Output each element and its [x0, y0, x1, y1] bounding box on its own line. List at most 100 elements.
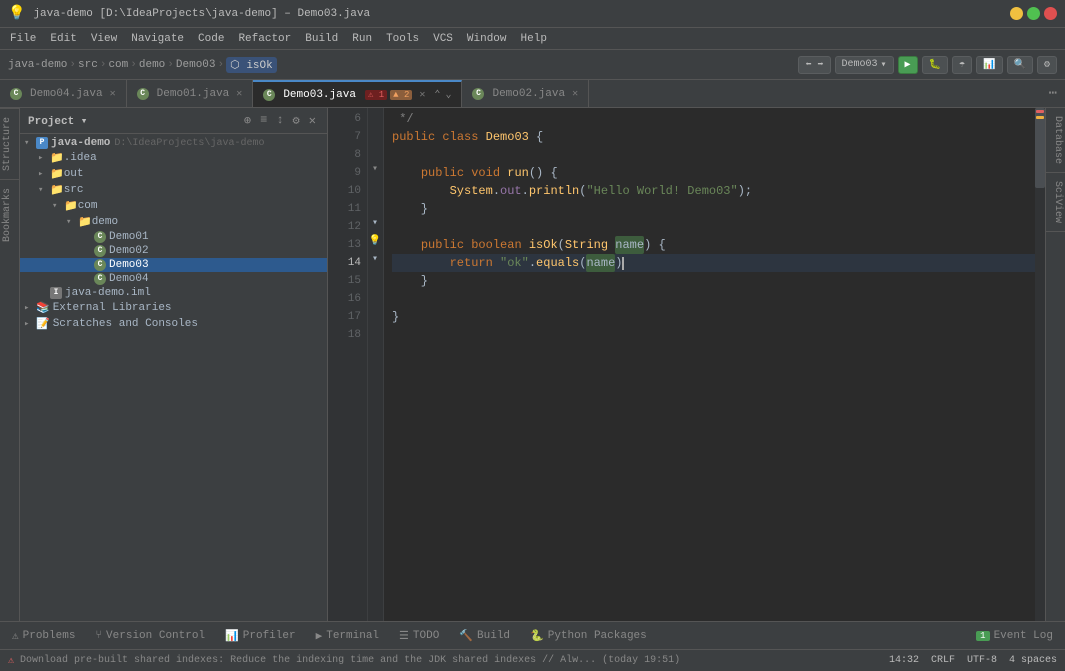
- tab-icon-demo03: C: [263, 89, 275, 101]
- tree-label-com: com: [78, 200, 98, 212]
- minimap-thumb[interactable]: [1035, 108, 1045, 188]
- status-encoding[interactable]: UTF-8: [967, 655, 997, 666]
- tab-up-icon[interactable]: ⌃: [434, 89, 440, 101]
- minimap-scrollbar[interactable]: [1035, 108, 1045, 621]
- tree-item-out[interactable]: ▸ 📁 out: [20, 166, 327, 182]
- tab-close-demo01[interactable]: ✕: [236, 88, 242, 100]
- breadcrumb-demo03[interactable]: Demo03: [176, 59, 216, 71]
- tab-demo03[interactable]: C Demo03.java ⚠ 1 ▲ 2 ✕ ⌃ ⌄: [253, 80, 462, 107]
- status-message[interactable]: Download pre-built shared indexes: Reduc…: [20, 655, 680, 666]
- tree-label-scratches: Scratches and Consoles: [53, 318, 198, 330]
- run-config-selector[interactable]: Demo03 ▾: [835, 56, 894, 74]
- code-content[interactable]: */ public class Demo03 { public void run…: [384, 108, 1035, 621]
- run-button[interactable]: ▶: [898, 56, 918, 74]
- code-param-name-13: name: [615, 236, 644, 254]
- tab-close-demo02[interactable]: ✕: [572, 88, 578, 100]
- menu-file[interactable]: File: [4, 31, 42, 47]
- menu-view[interactable]: View: [85, 31, 123, 47]
- breadcrumb-java-demo[interactable]: java-demo: [8, 59, 67, 71]
- profiler-tab[interactable]: 📊 Profiler: [217, 626, 304, 646]
- menu-vcs[interactable]: VCS: [427, 31, 459, 47]
- sidebar-sort-btn[interactable]: ↕: [273, 112, 286, 129]
- close-button[interactable]: [1044, 7, 1057, 20]
- bookmarks-tab[interactable]: Bookmarks: [0, 179, 19, 250]
- search-button[interactable]: 🔍: [1007, 56, 1033, 74]
- menu-help[interactable]: Help: [515, 31, 553, 47]
- menu-refactor[interactable]: Refactor: [232, 31, 297, 47]
- coverage-button[interactable]: ☂: [952, 56, 972, 74]
- minimize-button[interactable]: [1010, 7, 1023, 20]
- todo-tab[interactable]: ☰ TODO: [391, 626, 447, 646]
- title-bar-controls[interactable]: [1010, 7, 1057, 20]
- tree-item-iml[interactable]: I java-demo.iml: [20, 286, 327, 300]
- tree-item-demo[interactable]: ▾ 📁 demo: [20, 214, 327, 230]
- tree-item-demo03[interactable]: C Demo03: [20, 258, 327, 272]
- sciview-tab[interactable]: SciView: [1046, 173, 1065, 232]
- tab-menu-button[interactable]: ⋯: [1049, 85, 1057, 102]
- build-label: Build: [477, 630, 510, 642]
- tree-item-idea[interactable]: ▸ 📁 .idea: [20, 150, 327, 166]
- menu-tools[interactable]: Tools: [380, 31, 425, 47]
- tree-item-com[interactable]: ▾ 📁 com: [20, 198, 327, 214]
- tree-item-demo02[interactable]: C Demo02: [20, 244, 327, 258]
- tree-item-java-demo[interactable]: ▾ P java-demo D:\IdeaProjects\java-demo: [20, 136, 327, 150]
- code-kw-class: class: [442, 128, 485, 146]
- code-println: println: [529, 182, 579, 200]
- breadcrumb-isok[interactable]: ⬡ isOk: [226, 57, 277, 73]
- breadcrumb-src[interactable]: src: [78, 59, 98, 71]
- debug-button[interactable]: 🐛: [922, 56, 948, 74]
- build-tab[interactable]: 🔨 Build: [451, 626, 518, 646]
- sidebar-close-btn[interactable]: ✕: [306, 112, 319, 129]
- tree-path-java-demo: D:\IdeaProjects\java-demo: [114, 138, 264, 149]
- breadcrumb-com[interactable]: com: [108, 59, 128, 71]
- tab-close-demo04[interactable]: ✕: [110, 88, 116, 100]
- menu-window[interactable]: Window: [461, 31, 513, 47]
- class-icon-demo01: C: [94, 231, 106, 243]
- status-indent[interactable]: 4 spaces: [1009, 655, 1057, 666]
- code-line-10: System.out.println("Hello World! Demo03"…: [392, 182, 1035, 200]
- status-line-sep[interactable]: CRLF: [931, 655, 955, 666]
- menu-code[interactable]: Code: [192, 31, 230, 47]
- breadcrumb-demo[interactable]: demo: [139, 59, 165, 71]
- tab-close-demo03[interactable]: ✕: [419, 89, 425, 101]
- terminal-tab[interactable]: ▶ Terminal: [308, 626, 387, 646]
- status-position[interactable]: 14:32: [889, 655, 919, 666]
- tab-demo04[interactable]: C Demo04.java ✕: [0, 80, 127, 107]
- tree-label-out: out: [64, 168, 84, 180]
- tree-item-scratches[interactable]: ▸ 📝 Scratches and Consoles: [20, 316, 327, 332]
- python-packages-tab[interactable]: 🐍 Python Packages: [522, 626, 655, 646]
- line-num-17: 17: [328, 308, 361, 326]
- maximize-button[interactable]: [1027, 7, 1040, 20]
- settings-button[interactable]: ⚙: [1037, 56, 1057, 74]
- menu-navigate[interactable]: Navigate: [125, 31, 190, 47]
- menu-build[interactable]: Build: [299, 31, 344, 47]
- event-log-tab[interactable]: 1 Event Log: [968, 627, 1061, 645]
- class-icon-demo02: C: [94, 245, 106, 257]
- gutter-fold-6: [368, 108, 382, 122]
- structure-tab[interactable]: Structure: [0, 108, 19, 179]
- problems-tab[interactable]: ⚠ Problems: [4, 626, 83, 646]
- tree-item-ext-libs[interactable]: ▸ 📚 External Libraries: [20, 300, 327, 316]
- gutter-hint-14[interactable]: 💡: [368, 234, 382, 248]
- menu-run[interactable]: Run: [346, 31, 378, 47]
- vcs-button[interactable]: ⬅ ➡: [798, 56, 830, 74]
- version-control-tab[interactable]: ⑂ Version Control: [87, 627, 213, 645]
- gutter-fold-9[interactable]: ▾: [368, 162, 382, 176]
- sidebar-collapse-btn[interactable]: ≡: [257, 112, 270, 129]
- profile-button[interactable]: 📊: [976, 56, 1002, 74]
- tree-item-src[interactable]: ▾ 📁 src: [20, 182, 327, 198]
- sidebar-locate-btn[interactable]: ⊕: [241, 112, 254, 129]
- editor-area[interactable]: 6 7 8 9 10 11 12 13 14 15 16 17 18 ▾ ▾ 💡…: [328, 108, 1045, 621]
- python-packages-label: Python Packages: [548, 630, 647, 642]
- tree-item-demo01[interactable]: C Demo01: [20, 230, 327, 244]
- tab-demo01[interactable]: C Demo01.java ✕: [127, 80, 254, 107]
- tree-label-demo: demo: [92, 216, 118, 228]
- menu-edit[interactable]: Edit: [44, 31, 82, 47]
- database-tab[interactable]: Database: [1046, 108, 1065, 173]
- tab-demo02[interactable]: C Demo02.java ✕: [462, 80, 589, 107]
- tree-item-demo04[interactable]: C Demo04: [20, 272, 327, 286]
- line-num-15: 15: [328, 272, 361, 290]
- sidebar-settings-btn[interactable]: ⚙: [290, 112, 303, 129]
- gutter-fold-15[interactable]: ▾: [368, 252, 382, 266]
- tab-down-icon[interactable]: ⌄: [445, 89, 451, 101]
